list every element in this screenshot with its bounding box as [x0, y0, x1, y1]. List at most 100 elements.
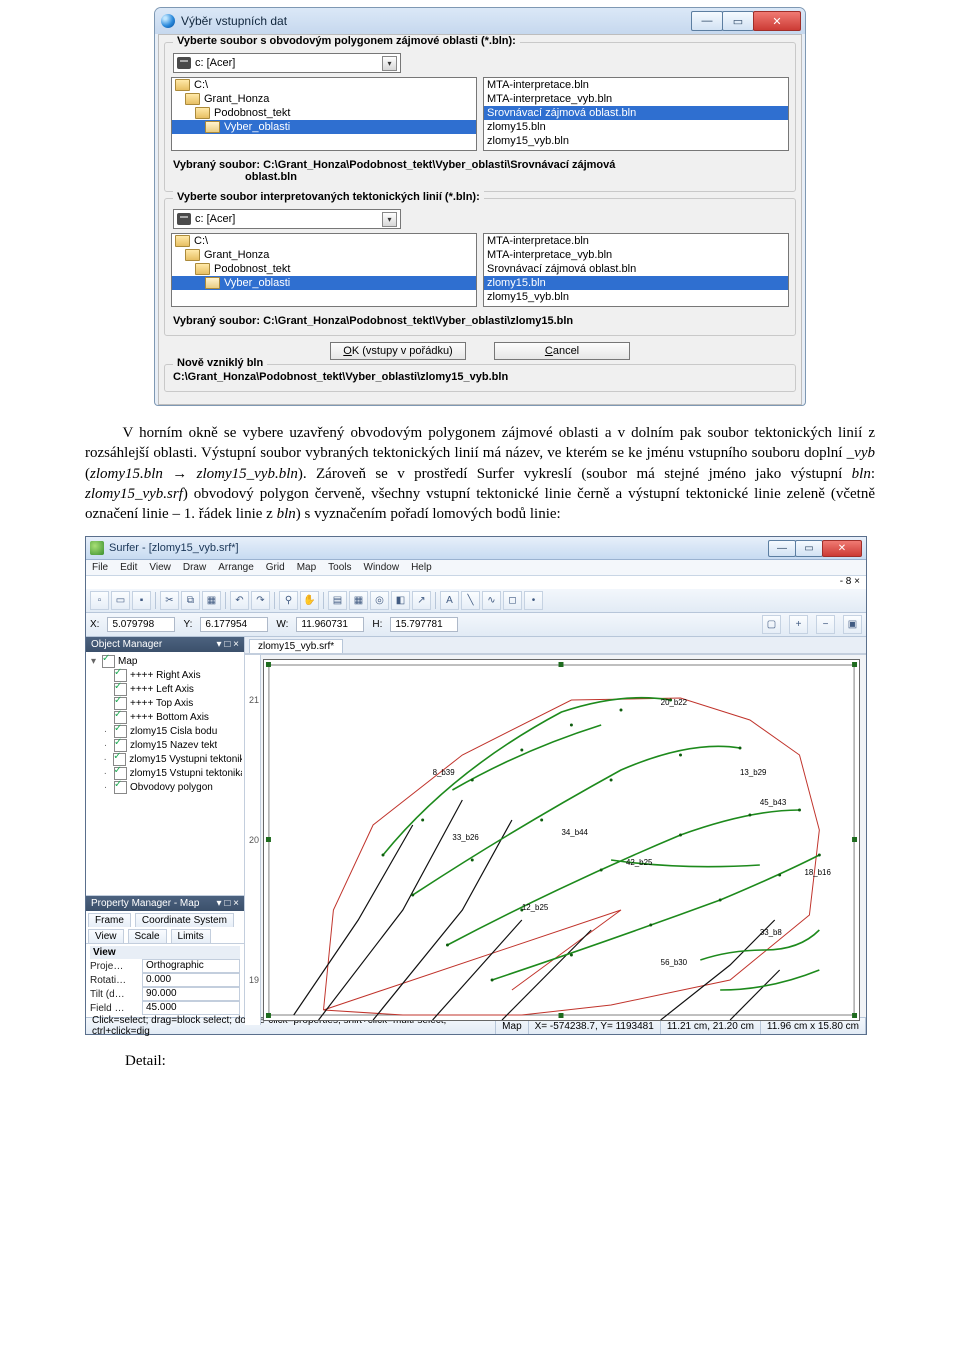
tree-node[interactable]: ·zlomy15 Vstupni tektonika [88, 766, 242, 780]
drive-combo-2[interactable]: c: [Acer] ▾ [173, 209, 401, 229]
tool-paste-icon[interactable]: ▦ [202, 591, 221, 610]
folder-listbox-1[interactable]: C:\Grant_HonzaPodobnost_tektVyber_oblast… [171, 77, 477, 151]
property-tab[interactable]: Coordinate System [135, 913, 234, 927]
tool-pan-icon[interactable]: ✋ [300, 591, 319, 610]
tool-curve-icon[interactable]: ∿ [482, 591, 501, 610]
tool-redo-icon[interactable]: ↷ [251, 591, 270, 610]
tool-zoom-icon[interactable]: ⚲ [279, 591, 298, 610]
tool-contour-icon[interactable]: ◎ [370, 591, 389, 610]
folder-item[interactable]: Grant_Honza [172, 92, 476, 106]
folder-item[interactable]: Vyber_oblasti [172, 120, 476, 134]
close-button[interactable]: ✕ [753, 11, 801, 31]
coord-h[interactable]: 15.797781 [390, 617, 458, 632]
menu-item[interactable]: File [92, 562, 108, 573]
drive-combo-1[interactable]: c: [Acer] ▾ [173, 53, 401, 73]
menu-item[interactable]: Window [364, 562, 400, 573]
minimize-button[interactable]: — [768, 540, 796, 557]
folder-item[interactable]: Vyber_oblasti [172, 276, 476, 290]
group-tectonic: Vyberte soubor interpretovaných tektonic… [164, 198, 796, 336]
maximize-button[interactable]: ▭ [722, 11, 754, 31]
menu-item[interactable]: Grid [266, 562, 285, 573]
tool-arrow-icon[interactable]: ▢ [762, 615, 781, 634]
tree-node[interactable]: ·zlomy15 Nazev tekt [88, 738, 242, 752]
file-listbox-2[interactable]: MTA-interpretace.blnMTA-interpretace_vyb… [483, 233, 789, 307]
document-tabs[interactable]: zlomy15_vyb.srf* [245, 637, 866, 654]
toolbar[interactable]: ▫ ▭ ▪ ✂ ⧉ ▦ ↶ ↷ ⚲ ✋ ▤ ▦ ◎ ◧ ↗ A [86, 589, 866, 613]
document-tab[interactable]: zlomy15_vyb.srf* [249, 639, 343, 653]
tree-node[interactable]: ++++ Bottom Axis [88, 710, 242, 724]
ok-button[interactable]: OK (vstupy v pořádku) [330, 342, 466, 360]
tool-grid-icon[interactable]: ▦ [349, 591, 368, 610]
property-tab[interactable]: Frame [88, 913, 131, 927]
folder-item[interactable]: Podobnost_tekt [172, 106, 476, 120]
tree-node[interactable]: ·zlomy15 Cisla bodu [88, 724, 242, 738]
maximize-button[interactable]: ▭ [795, 540, 823, 557]
pane-opts-icon[interactable]: ▾ □ × [217, 639, 239, 650]
property-row[interactable]: Proje…Orthographic [90, 959, 240, 973]
folder-item[interactable]: Podobnost_tekt [172, 262, 476, 276]
tree-node[interactable]: ▾Map [88, 654, 242, 668]
tree-node[interactable]: ++++ Top Axis [88, 696, 242, 710]
pane-opts-icon[interactable]: ▾ □ × [217, 898, 239, 909]
tool-fit-icon[interactable]: ▣ [843, 615, 862, 634]
file-item[interactable]: Srovnávací zájmová oblast.bln [484, 106, 788, 120]
tree-node[interactable]: ·Obvodovy polygon [88, 780, 242, 794]
property-tab[interactable]: View [88, 929, 124, 943]
object-tree[interactable]: ▾Map++++ Right Axis++++ Left Axis++++ To… [86, 652, 244, 896]
tree-node[interactable]: ++++ Left Axis [88, 682, 242, 696]
coord-w[interactable]: 11.960731 [296, 617, 364, 632]
tool-3d-icon[interactable]: ◧ [391, 591, 410, 610]
tool-line-icon[interactable]: ╲ [461, 591, 480, 610]
property-tab[interactable]: Scale [128, 929, 167, 943]
file-item[interactable]: MTA-interpretace.bln [484, 78, 788, 92]
property-row[interactable]: Field …45.000 [90, 1001, 240, 1015]
file-item[interactable]: Srovnávací zájmová oblast.bln [484, 262, 788, 276]
close-button[interactable]: ✕ [822, 540, 862, 557]
menu-item[interactable]: Draw [183, 562, 206, 573]
property-tabs[interactable]: Frame Coordinate System View Scale Limits [86, 911, 244, 944]
map-plot[interactable]: 8_b3920_b2233_b2634_b4442_b2512_b2518_b1… [263, 659, 860, 1021]
cancel-button[interactable]: Cancel [494, 342, 630, 360]
tool-shape-icon[interactable]: ◻ [503, 591, 522, 610]
tree-node[interactable]: ++++ Right Axis [88, 668, 242, 682]
menu-item[interactable]: Map [297, 562, 316, 573]
tool-undo-icon[interactable]: ↶ [230, 591, 249, 610]
file-item[interactable]: zlomy15_vyb.bln [484, 134, 788, 148]
tool-copy-icon[interactable]: ⧉ [181, 591, 200, 610]
property-tab[interactable]: Limits [171, 929, 211, 943]
tool-map-icon[interactable]: ▤ [328, 591, 347, 610]
tool-new-icon[interactable]: ▫ [90, 591, 109, 610]
menu-item[interactable]: Edit [120, 562, 137, 573]
tree-node[interactable]: ·zlomy15 Vystupni tektonika [88, 752, 242, 766]
menu-item[interactable]: Arrange [218, 562, 254, 573]
tool-point-icon[interactable]: • [524, 591, 543, 610]
tool-open-icon[interactable]: ▭ [111, 591, 130, 610]
coord-x[interactable]: 5.079798 [107, 617, 175, 632]
tool-save-icon[interactable]: ▪ [132, 591, 151, 610]
minimize-button[interactable]: — [691, 11, 723, 31]
property-row[interactable]: Tilt (d…90.000 [90, 987, 240, 1001]
tool-cut-icon[interactable]: ✂ [160, 591, 179, 610]
file-item[interactable]: zlomy15.bln [484, 276, 788, 290]
tool-zoomout-icon[interactable]: − [816, 615, 835, 634]
tool-vector-icon[interactable]: ↗ [412, 591, 431, 610]
coord-y[interactable]: 6.177954 [200, 617, 268, 632]
property-row[interactable]: Rotati…0.000 [90, 973, 240, 987]
file-item[interactable]: MTA-interpretace.bln [484, 234, 788, 248]
tool-text-icon[interactable]: A [440, 591, 459, 610]
folder-item[interactable]: Grant_Honza [172, 248, 476, 262]
folder-item[interactable]: C:\ [172, 78, 476, 92]
tool-zoomin-icon[interactable]: + [789, 615, 808, 634]
file-item[interactable]: zlomy15_vyb.bln [484, 290, 788, 304]
file-item[interactable]: MTA-interpretace_vyb.bln [484, 92, 788, 106]
menu-bar[interactable]: File Edit View Draw Arrange Grid Map Tools Windo… [86, 560, 866, 576]
file-item[interactable]: zlomy15.bln [484, 120, 788, 134]
folder-listbox-2[interactable]: C:\Grant_HonzaPodobnost_tektVyber_oblast… [171, 233, 477, 307]
folder-item[interactable]: C:\ [172, 234, 476, 248]
menu-item[interactable]: View [149, 562, 171, 573]
menu-item[interactable]: Tools [328, 562, 351, 573]
file-listbox-1[interactable]: MTA-interpretace.blnMTA-interpretace_vyb… [483, 77, 789, 151]
menu-item[interactable]: Help [411, 562, 432, 573]
child-window-controls[interactable]: - 8 × [86, 576, 866, 589]
file-item[interactable]: MTA-interpretace_vyb.bln [484, 248, 788, 262]
